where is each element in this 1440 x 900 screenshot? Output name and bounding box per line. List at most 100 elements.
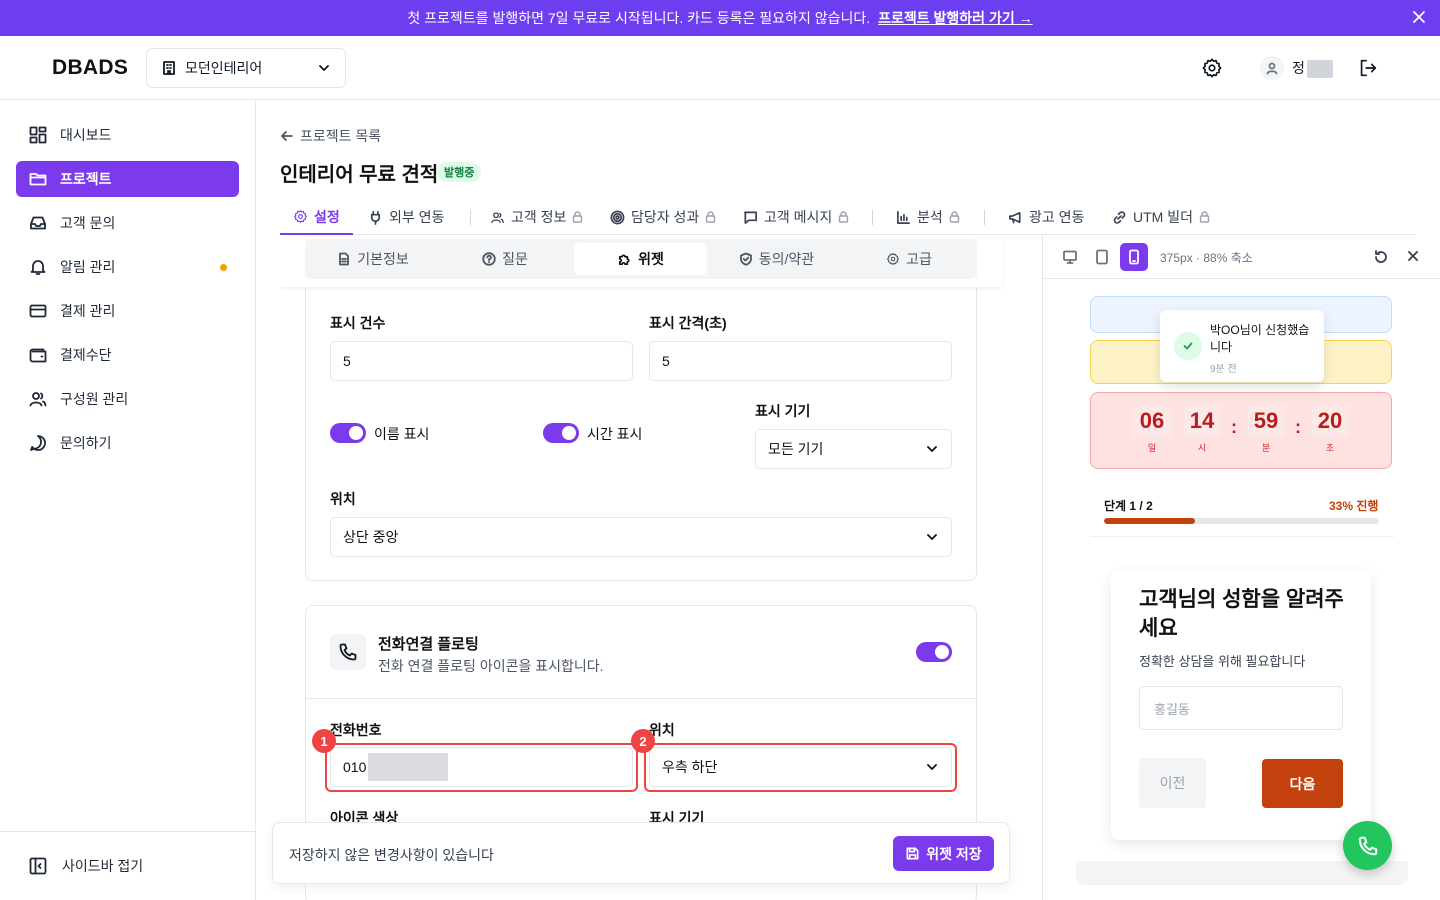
save-icon: [905, 846, 920, 861]
tab-staff-performance[interactable]: 담당자 성과: [610, 200, 716, 234]
avatar: [1260, 56, 1284, 80]
top-header: DBADS 모던인테리어 정: [0, 36, 1440, 100]
time-display-toggle[interactable]: [543, 423, 579, 443]
folder-icon: [28, 169, 48, 189]
arrow-left-icon: [280, 129, 294, 143]
subtab-label: 위젯: [638, 251, 664, 267]
app-logo[interactable]: DBADS: [52, 56, 128, 80]
countdown-days: 06: [1133, 405, 1171, 437]
subtab-basic-info[interactable]: 기본정보: [309, 243, 437, 275]
display-count-input[interactable]: 5: [330, 341, 633, 381]
subtab-advanced[interactable]: 고급: [845, 243, 973, 275]
tab-label: 외부 연동: [389, 209, 445, 225]
question-title: 고객님의 성함을 알려주세요: [1139, 588, 1344, 640]
tab-analytics[interactable]: 분석: [896, 200, 960, 234]
subtab-consent[interactable]: 동의/약관: [710, 243, 843, 275]
users-icon: [28, 389, 48, 409]
preview-toolbar: 375px · 88% 축소: [1043, 235, 1440, 279]
sidebar-item-contact[interactable]: 문의하기: [16, 425, 239, 461]
position-select[interactable]: 상단 중앙: [330, 517, 952, 557]
tab-integrations[interactable]: 외부 연동: [368, 200, 444, 234]
dashboard-icon: [28, 125, 48, 145]
subtab-questions[interactable]: 질문: [441, 243, 569, 275]
device-value: 모든 기기: [768, 441, 824, 457]
collapse-label: 사이드바 접기: [62, 858, 144, 874]
refresh-icon[interactable]: [1373, 249, 1389, 265]
tab-customer-messages[interactable]: 고객 메시지: [743, 200, 849, 234]
project-tabs: 설정 외부 연동 고객 정보 담당자 성과 고객 메시지 분석 광고 연동 UT…: [280, 200, 1416, 235]
previous-button[interactable]: 이전: [1139, 758, 1206, 808]
call-floating-toggle[interactable]: [916, 642, 952, 662]
call-floating-button[interactable]: [1343, 821, 1392, 870]
display-interval-input[interactable]: 5: [649, 341, 952, 381]
sidebar-item-dashboard[interactable]: 대시보드: [16, 117, 239, 153]
org-selector[interactable]: 모던인테리어: [146, 48, 346, 88]
banner-publish-link[interactable]: 프로젝트 발행하러 가기 →: [878, 8, 1032, 28]
social-proof-toast: 박OO님이 신청했습니다 9분 전: [1160, 310, 1324, 382]
back-label: 프로젝트 목록: [300, 128, 382, 144]
call-position-select[interactable]: 우측 하단: [649, 747, 952, 787]
sidebar-footer: 사이드바 접기: [0, 831, 255, 900]
mobile-view-button[interactable]: [1120, 243, 1148, 271]
social-proof-settings-card: 표시 건수 5 표시 간격(초) 5 이름 표시 시간 표시 표시 기기 모든 …: [305, 271, 977, 581]
tab-utm-builder[interactable]: UTM 빌더: [1112, 200, 1210, 234]
countdown-hours-unit: 시: [1197, 443, 1207, 453]
widget-editor: 기본정보 질문 위젯 동의/약관 고급 표시 건수 5 표시 간격(초) 5 이…: [280, 235, 1026, 900]
tab-ad-integration[interactable]: 광고 연동: [1008, 200, 1084, 234]
save-widget-button[interactable]: 위젯 저장: [893, 836, 994, 871]
device-select[interactable]: 모든 기기: [755, 429, 952, 469]
tab-label: 고객 메시지: [764, 209, 833, 225]
bell-icon: [28, 257, 48, 277]
megaphone-icon: [1008, 210, 1023, 225]
countdown-hours: 14: [1183, 405, 1221, 437]
link-icon: [1112, 210, 1127, 225]
sidebar-item-notifications[interactable]: 알림 관리: [16, 249, 239, 285]
display-interval-value: 5: [662, 353, 670, 369]
settings-subtabs: 기본정보 질문 위젯 동의/약관 고급: [305, 239, 977, 279]
sidebar-item-label: 고객 문의: [60, 215, 116, 231]
status-badge: 발행중: [437, 162, 482, 182]
phone-number-input[interactable]: 010: [330, 747, 633, 787]
smartphone-icon: [1126, 249, 1142, 265]
sidebar: 대시보드 프로젝트 고객 문의 알림 관리 결제 관리 결제수단 구성원 관리 …: [0, 100, 256, 900]
help-circle-icon: [482, 252, 496, 266]
name-display-toggle[interactable]: [330, 423, 366, 443]
name-input[interactable]: 홍길동: [1139, 686, 1343, 730]
logout-icon[interactable]: [1357, 57, 1379, 79]
chevron-down-icon: [925, 442, 939, 456]
subtab-widget[interactable]: 위젯: [574, 243, 707, 275]
sidebar-item-label: 프로젝트: [60, 171, 112, 187]
collapse-sidebar-button[interactable]: 사이드바 접기: [28, 856, 143, 876]
gear-icon: [293, 209, 308, 224]
display-count-value: 5: [343, 353, 351, 369]
page-title: 인테리어 무료 견적: [280, 164, 439, 186]
message-icon: [743, 210, 758, 225]
tab-settings[interactable]: 설정: [280, 200, 353, 235]
settings-gear-icon[interactable]: [1201, 57, 1223, 79]
sidebar-item-projects[interactable]: 프로젝트: [16, 161, 239, 197]
lock-icon: [949, 211, 960, 223]
sidebar-collapse-icon: [28, 856, 48, 876]
sidebar-item-label: 결제 관리: [60, 303, 116, 319]
banner-close-icon[interactable]: [1412, 10, 1426, 24]
countdown-seconds-unit: 초: [1325, 443, 1335, 453]
next-button[interactable]: 다음: [1262, 759, 1343, 808]
sidebar-item-members[interactable]: 구성원 관리: [16, 381, 239, 417]
close-icon[interactable]: [1406, 249, 1420, 263]
countdown-minutes-unit: 분: [1261, 443, 1271, 453]
tablet-view-button[interactable]: [1088, 243, 1116, 271]
sidebar-item-billing[interactable]: 결제 관리: [16, 293, 239, 329]
user-menu[interactable]: 정: [1260, 56, 1333, 80]
sidebar-item-payment-methods[interactable]: 결제수단: [16, 337, 239, 373]
display-count-label: 표시 건수: [330, 315, 386, 331]
sidebar-item-inquiries[interactable]: 고객 문의: [16, 205, 239, 241]
time-display-label: 시간 표시: [587, 426, 643, 442]
tab-customer-info[interactable]: 고객 정보: [490, 200, 583, 234]
desktop-view-button[interactable]: [1056, 243, 1084, 271]
tab-label: 설정: [314, 208, 340, 225]
target-icon: [610, 210, 625, 225]
sidebar-item-label: 결제수단: [60, 347, 112, 363]
user-name: 정: [1292, 58, 1333, 79]
position-label: 위치: [330, 491, 356, 507]
back-to-projects-link[interactable]: 프로젝트 목록: [280, 126, 381, 146]
